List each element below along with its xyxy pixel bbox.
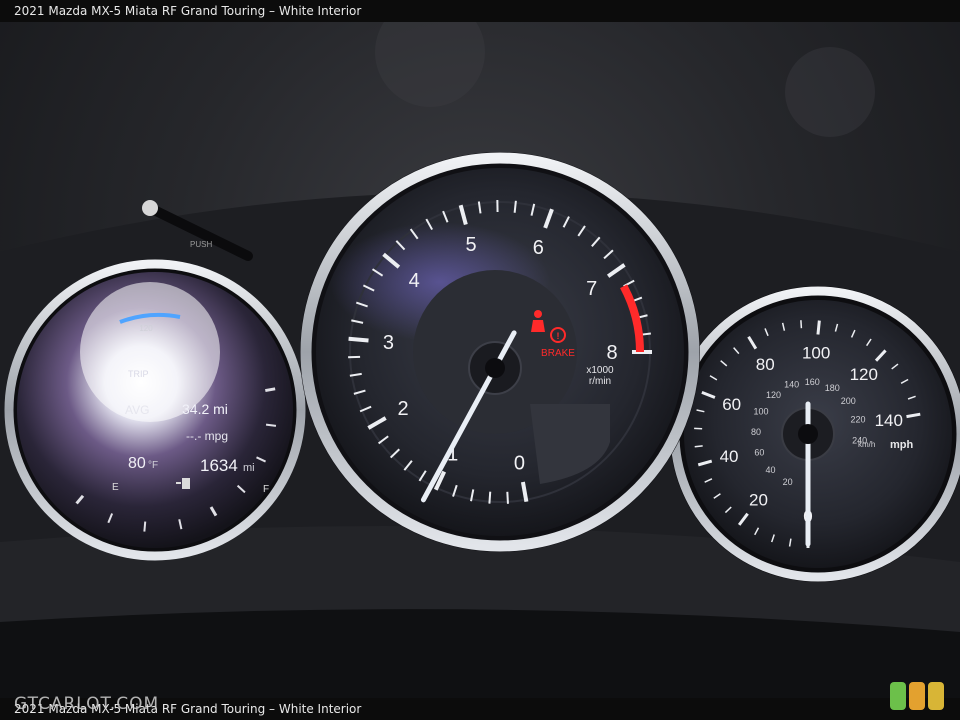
lens-flare: [375, 22, 485, 107]
info-display-gauge: [4, 259, 306, 561]
temperature-value: 80: [128, 455, 146, 472]
tachometer-label: 0: [514, 452, 525, 474]
tachometer-unit-line1: x1000: [586, 365, 614, 376]
speedometer-kmh-label: 200: [841, 396, 856, 406]
speedometer-kmh-label: 100: [754, 407, 769, 417]
speedometer-mph-label: 80: [756, 355, 775, 374]
speedometer-mph-label: 20: [749, 490, 768, 509]
instrument-cluster-photo: PUSH 120 TRIP AVG 34.2 mi --.- mpg 80 °F…: [0, 22, 960, 698]
speedometer-kmh-label: 80: [751, 427, 761, 437]
speedometer-mph-label: 120: [850, 365, 878, 384]
lens-flare: [785, 47, 875, 137]
tachometer-tick: [488, 491, 492, 504]
tachometer-label: 7: [586, 278, 597, 300]
brake-label: BRAKE: [541, 348, 575, 359]
mpg-value: --.- mpg: [186, 429, 228, 443]
tachometer-label: 6: [533, 237, 544, 259]
speedometer-mph-unit: mph: [890, 439, 914, 451]
speedometer-tick: [816, 320, 821, 335]
tachometer-label: 5: [465, 234, 476, 256]
tachometer-label: 8: [606, 342, 617, 364]
speedometer-needle-cap: [798, 424, 818, 444]
odometer-value: 1634: [200, 456, 238, 475]
speedometer-kmh-label: 120: [766, 390, 781, 400]
fuel-empty-label: E: [112, 482, 119, 493]
badge-yellow-block: [928, 682, 944, 710]
temp-scale-label: 120: [139, 324, 153, 333]
fuel-gauge-tick: [265, 387, 276, 393]
tachometer-tick: [513, 200, 517, 213]
tachometer-label: 3: [383, 332, 394, 354]
avg-value: 34.2 mi: [182, 401, 228, 417]
steering-column-area: [0, 609, 960, 698]
fuel-full-label: F: [263, 484, 269, 495]
speedometer-mph-label: 60: [722, 395, 741, 414]
svg-text:!: !: [557, 331, 560, 341]
speedometer-mph-label: 100: [802, 343, 830, 362]
fuel-gauge-tick: [265, 423, 277, 427]
speedometer-kmh-unit: km/h: [858, 440, 875, 449]
speedometer-kmh-label: 40: [765, 465, 775, 475]
photo-caption-top: 2021 Mazda MX-5 Miata RF Grand Touring –…: [0, 0, 960, 22]
speedometer-kmh-label: 220: [850, 415, 865, 425]
speedometer-mph-label: 140: [875, 411, 903, 430]
speedometer-kmh-label: 140: [784, 380, 799, 390]
tachometer-label: 4: [409, 270, 420, 292]
rating-badge-icon: [890, 682, 944, 710]
stalk-label: PUSH: [190, 240, 212, 249]
fuel-gauge-tick: [143, 521, 147, 532]
tachometer-tick: [348, 336, 369, 343]
temperature-unit: °F: [148, 460, 158, 471]
speedometer-tick: [694, 445, 703, 448]
instrument-cluster: PUSH 120 TRIP AVG 34.2 mi --.- mpg 80 °F…: [0, 22, 960, 698]
speedometer-mph-label: 40: [720, 447, 739, 466]
tachometer-label: 2: [397, 398, 408, 420]
speedometer: 020406080100120140 020406080100120140160…: [670, 286, 960, 582]
speedometer-kmh-label: 180: [825, 383, 840, 393]
tachometer-needle-cap: [485, 358, 505, 378]
speedometer-kmh-label: 160: [805, 377, 820, 387]
trip-label: TRIP: [128, 369, 149, 379]
avg-label: AVG: [125, 403, 149, 417]
tachometer: 012345 678 !: [300, 152, 700, 552]
watermark-logo: GTCARLOT.COM: [14, 694, 160, 714]
badge-orange-block: [909, 682, 925, 710]
speedometer-kmh-label: 20: [783, 477, 793, 487]
dashboard-photo: 2021 Mazda MX-5 Miata RF Grand Touring –…: [0, 0, 960, 720]
badge-green-block: [890, 682, 906, 710]
tachometer-unit-line2: r/min: [589, 376, 611, 387]
tachometer-tick: [506, 491, 509, 504]
odometer-unit: mi: [243, 462, 255, 474]
speedometer-kmh-label: 60: [754, 447, 764, 457]
